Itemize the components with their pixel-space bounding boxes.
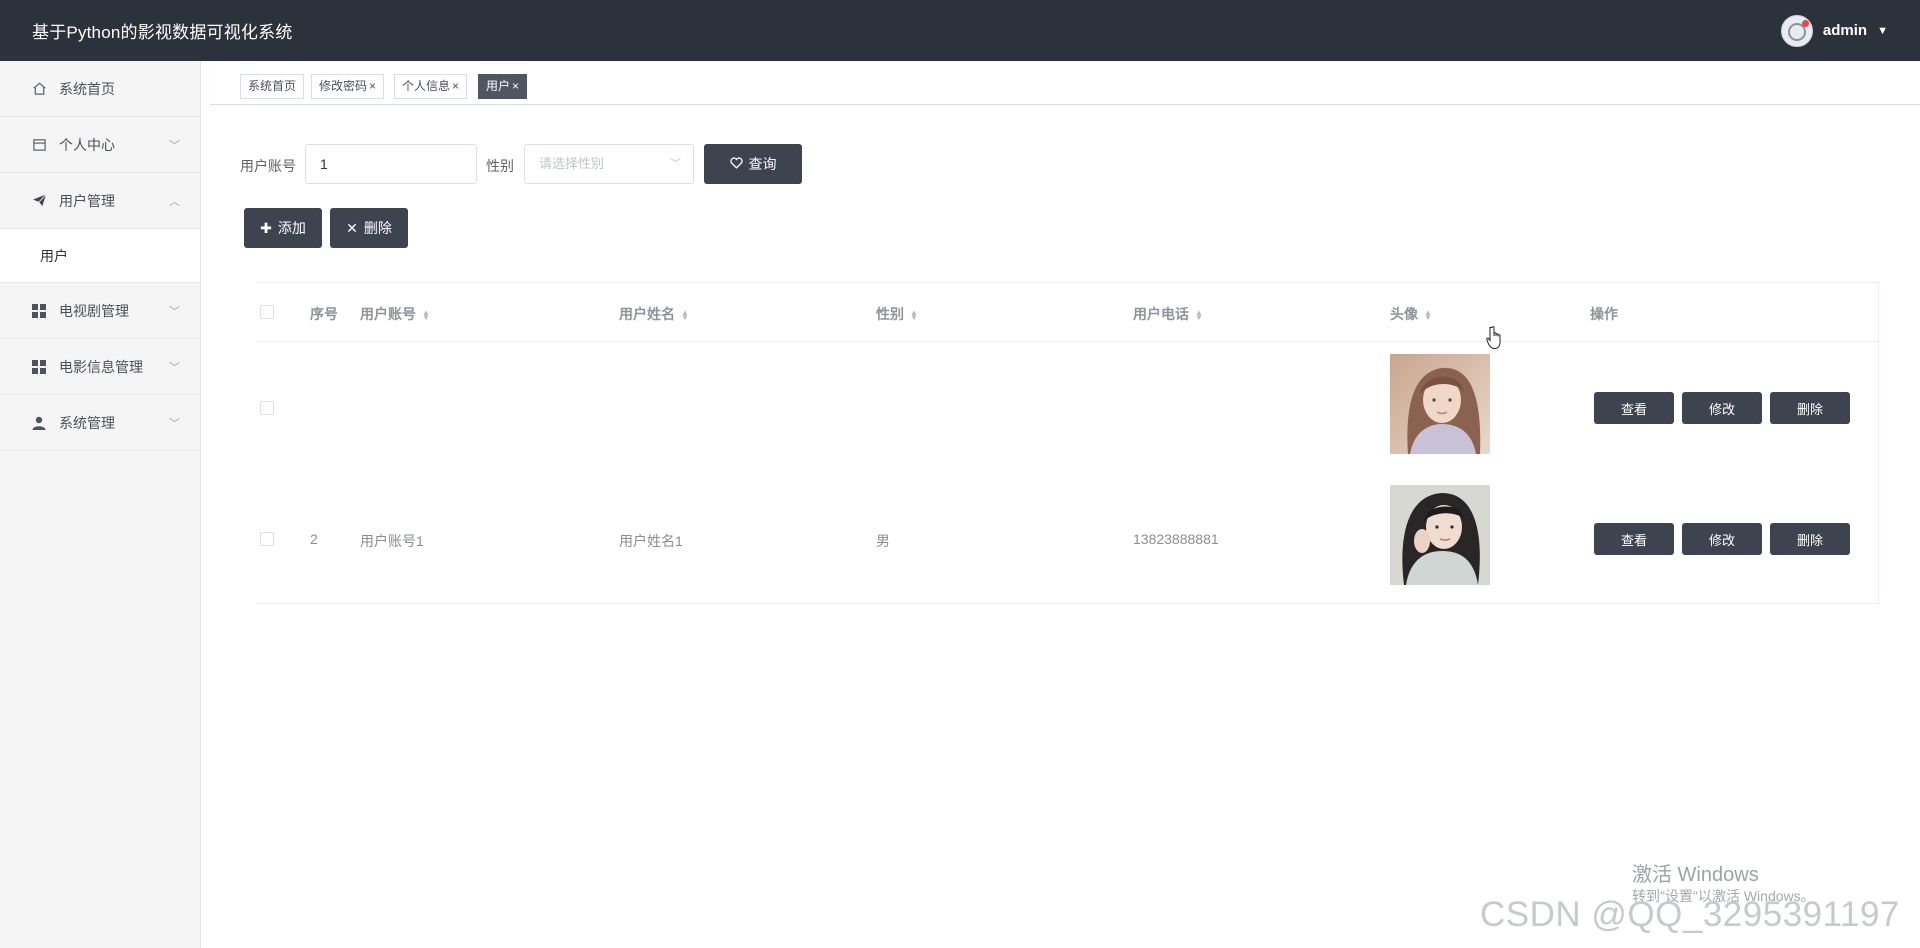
heart-icon [729,156,743,172]
sidebar-item-system-management[interactable]: 系统管理 ﹀ [0,395,200,451]
gender-search-label: 性别 [486,158,514,174]
query-button[interactable]: 查询 [704,144,802,184]
row-name: 用户姓名1 [619,533,683,549]
column-header-name[interactable]: 用户姓名 ▲ ▼ [619,304,689,324]
row-checkbox[interactable] [260,532,274,546]
column-header-avatar[interactable]: 头像 ▲ ▼ [1390,304,1432,324]
sidebar-item-label: 系统首页 [59,80,115,97]
user-table: 序号 用户账号 ▲ ▼ 用户姓名 ▲ ▼ 性别 ▲ ▼ 用户电话 ▲ ▼ 头像 ▲ ▼ 操作 [256,282,1879,604]
tag-personal-info[interactable]: 个人信息 × [394,74,468,99]
tags-bar: 系统首页 修改密码 × 个人信息 × 用户 × [210,61,1920,105]
gender-select[interactable]: 请选择性别 ﹀ [524,144,694,184]
view-button[interactable]: 查看 [1594,523,1674,555]
row-phone: 13823888881 [1133,531,1219,547]
bulk-delete-button-label: 删除 [363,220,392,236]
row-account: 用户账号1 [360,533,424,549]
grid-icon [31,303,47,319]
tag-label: 用户 [486,79,511,93]
view-button[interactable]: 查看 [1594,392,1674,424]
avatar-photo [1390,354,1490,454]
top-header: 基于Python的影视数据可视化系统 admin ▼ [0,0,1920,61]
edit-button[interactable]: 修改 [1682,392,1762,424]
account-search-input[interactable]: 1 [305,144,477,184]
query-button-label: 查询 [748,156,777,172]
sidebar: 系统首页 个人中心 ﹀ 用户管理 ︿ 用户 电视剧管理 ﹀ 电影信息管理 ﹀ 系… [0,61,201,948]
plus-icon: ✚ [260,219,272,236]
column-header-account[interactable]: 用户账号 ▲ ▼ [360,304,430,324]
mouse-cursor-icon [1486,326,1504,355]
tag-label: 系统首页 [248,79,297,93]
sidebar-item-label: 个人中心 [59,136,115,153]
row-gender: 男 [876,533,890,549]
row-index: 2 [310,531,318,547]
calendar-icon [31,137,47,153]
close-icon: ✕ [346,219,358,236]
sort-icon[interactable]: ▲ ▼ [422,309,430,322]
avatar-photo [1390,485,1490,585]
add-button-label: 添加 [277,220,306,236]
table-header: 序号 用户账号 ▲ ▼ 用户姓名 ▲ ▼ 性别 ▲ ▼ 用户电话 ▲ ▼ 头像 ▲ ▼ 操作 [256,283,1878,342]
close-icon[interactable]: × [512,79,519,93]
csdn-watermark: CSDN @QQ_3295391197 [1480,895,1900,934]
close-icon[interactable]: × [452,79,459,93]
sidebar-item-home[interactable]: 系统首页 [0,61,200,117]
chevron-up-icon: ︿ [169,195,180,208]
column-header-actions: 操作 [1590,306,1618,322]
windows-activation-watermark: 激活 Windows [1632,864,1759,886]
sidebar-subitem-label: 用户 [40,247,68,264]
chevron-down-icon: ﹀ [169,417,180,430]
avatar[interactable] [1780,14,1813,47]
sort-icon[interactable]: ▲ ▼ [910,309,918,322]
tag-home[interactable]: 系统首页 [240,74,305,99]
tag-label: 个人信息 [402,79,451,93]
sidebar-item-tv-management[interactable]: 电视剧管理 ﹀ [0,283,200,339]
sort-icon[interactable]: ▲ ▼ [1424,309,1432,322]
tag-label: 修改密码 [319,79,368,93]
delete-button[interactable]: 删除 [1770,392,1850,424]
grid-icon [31,359,47,375]
sidebar-item-label: 电影信息管理 [59,358,143,375]
sidebar-item-label: 用户管理 [59,192,115,209]
bulk-delete-button[interactable]: ✕ 删除 [330,208,408,248]
home-icon [31,81,47,97]
sidebar-item-personal-center[interactable]: 个人中心 ﹀ [0,117,200,173]
sort-icon[interactable]: ▲ ▼ [681,309,689,322]
app-title: 基于Python的影视数据可视化系统 [32,23,293,42]
account-search-value: 1 [320,156,328,172]
account-search-label: 用户账号 [240,158,296,174]
column-header-gender[interactable]: 性别 ▲ ▼ [876,304,918,324]
close-icon[interactable]: × [369,79,376,93]
chevron-down-icon: ﹀ [670,158,681,170]
chevron-down-icon: ﹀ [169,139,180,152]
add-button[interactable]: ✚ 添加 [244,208,322,248]
delete-button[interactable]: 删除 [1770,523,1850,555]
gender-select-placeholder: 请选择性别 [539,156,605,171]
sidebar-item-user-management[interactable]: 用户管理 ︿ [0,173,200,229]
column-header-phone[interactable]: 用户电话 ▲ ▼ [1133,304,1203,324]
user-menu[interactable]: admin ▼ [1780,14,1888,47]
chevron-down-icon: ﹀ [169,305,180,318]
sidebar-subitem-user[interactable]: 用户 [0,229,200,283]
sidebar-item-label: 系统管理 [59,414,115,431]
tag-user[interactable]: 用户 × [478,74,528,99]
user-icon [31,415,47,431]
chevron-down-icon: ﹀ [169,361,180,374]
sidebar-item-movie-management[interactable]: 电影信息管理 ﹀ [0,339,200,395]
sidebar-item-label: 电视剧管理 [59,302,129,319]
sort-icon[interactable]: ▲ ▼ [1195,309,1203,322]
column-header-index: 序号 [310,306,338,322]
username-label[interactable]: admin [1823,22,1867,39]
send-icon [31,193,47,209]
row-checkbox[interactable] [260,401,274,415]
caret-down-icon[interactable]: ▼ [1877,25,1888,37]
tag-change-password[interactable]: 修改密码 × [311,74,385,99]
select-all-checkbox[interactable] [260,305,274,319]
edit-button[interactable]: 修改 [1682,523,1762,555]
